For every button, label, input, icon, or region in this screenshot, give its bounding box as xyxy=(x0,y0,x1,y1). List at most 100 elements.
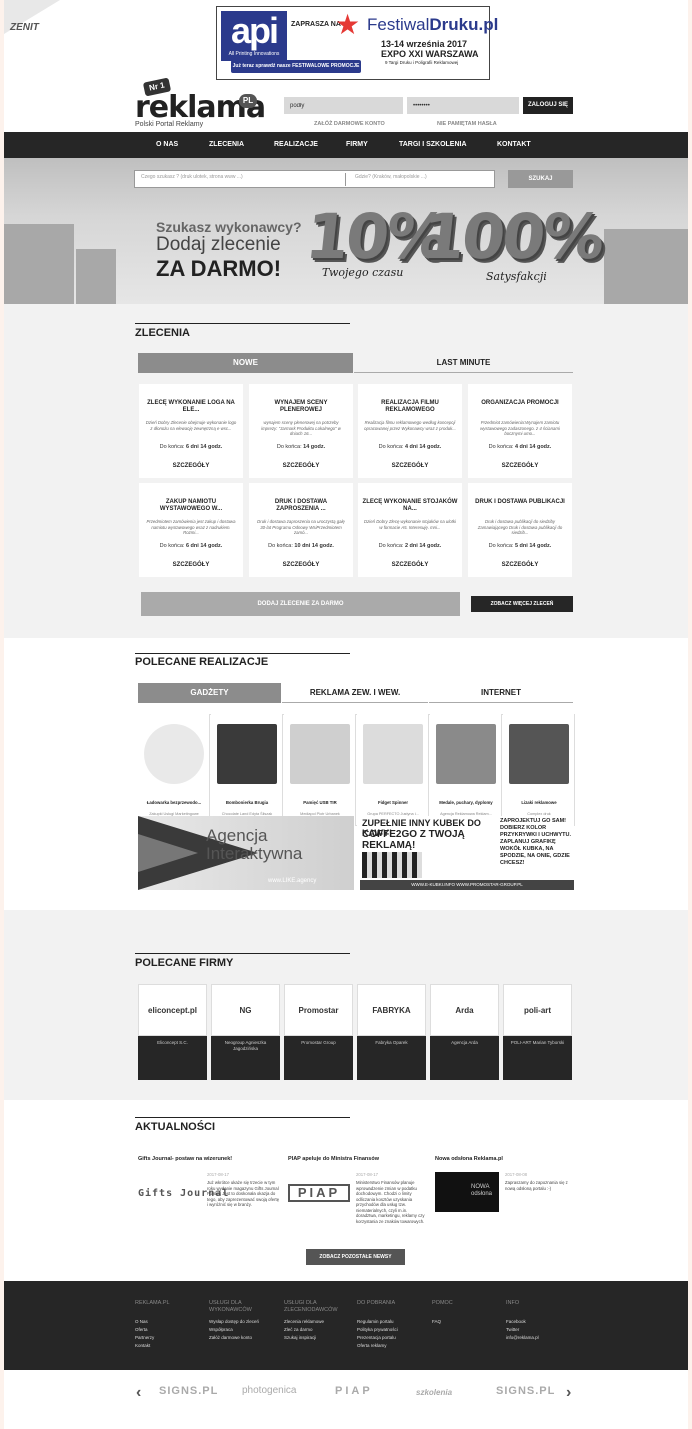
nav-item-o-nas[interactable]: O NAS xyxy=(156,132,178,158)
order-details-link[interactable]: SZCZEGÓŁY xyxy=(470,562,570,568)
footer-link[interactable]: Zleć za darmo xyxy=(284,1327,313,1332)
company-name[interactable]: Neogroup Agnieszka Jagodzińska xyxy=(213,1040,278,1051)
partner-photogenica[interactable]: photogenica xyxy=(242,1385,297,1396)
company-name[interactable]: POLI-ART Marian Tyborski xyxy=(505,1040,570,1046)
promo-button[interactable]: Już teraz sprawdź nasze FESTIWALOWE PROM… xyxy=(231,60,361,73)
realization-title[interactable]: Pamięć USB TIR xyxy=(286,800,354,805)
realization-title[interactable]: Bombonierka Brugia xyxy=(213,800,281,805)
footer-link[interactable]: Prezentacja portalu xyxy=(357,1335,396,1340)
realization-title[interactable]: Lizaki reklamowe xyxy=(505,800,573,805)
order-details-link[interactable]: SZCZEGÓŁY xyxy=(360,463,460,469)
search-where-input[interactable]: Gdzie? (Kraków, małopolskie ...) xyxy=(355,174,427,180)
tab-last-minute[interactable]: LAST MINUTE xyxy=(354,353,573,373)
order-details-link[interactable]: SZCZEGÓŁY xyxy=(251,562,351,568)
order-details-link[interactable]: SZCZEGÓŁY xyxy=(360,562,460,568)
company-name[interactable]: Promostar Group xyxy=(286,1040,351,1046)
footer-link[interactable]: O Nas xyxy=(135,1319,148,1324)
chevron-left-icon[interactable]: ‹ xyxy=(136,1384,141,1402)
realization-item[interactable]: Bombonierka Brugia Chocolate Land Edyta Ś… xyxy=(211,714,283,826)
order-card[interactable]: ORGANIZACJA PROMOCJI Przedmiot zamówienia… xyxy=(468,384,572,478)
order-card[interactable]: WYNAJEM SCENY PLENEROWEJ wynajem sceny pl… xyxy=(249,384,353,478)
partner-signs[interactable]: SIGNS.PL xyxy=(159,1385,218,1397)
realization-item[interactable]: Medale, puchary, dyplomy Agencja Reklamow… xyxy=(430,714,502,826)
order-title[interactable]: ZLECĘ WYKONANIE STOJAKÓW NA... xyxy=(362,499,458,513)
footer-link[interactable]: Oferta reklamy xyxy=(357,1343,387,1348)
order-card[interactable]: ZLECĘ WYKONANIE STOJAKÓW NA... Dzień Dobr… xyxy=(358,483,462,577)
company-card[interactable]: eliconcept.pl Eliconcept S.C. xyxy=(138,984,207,1080)
kubki-ad[interactable]: ZUPEŁNIE INNY KUBEK DO KAWY! COFFE2GO Z … xyxy=(360,816,574,890)
add-order-button[interactable]: DODAJ ZLECENIE ZA DARMO xyxy=(141,592,460,616)
nav-item-targi[interactable]: TARGI I SZKOLENIA xyxy=(399,132,467,158)
company-card[interactable]: NG Neogroup Agnieszka Jagodzińska xyxy=(211,984,280,1080)
order-details-link[interactable]: SZCZEGÓŁY xyxy=(141,463,241,469)
order-card[interactable]: REALIZACJA FILMU REKLAMOWEGO Realizacja f… xyxy=(358,384,462,478)
nav-item-zlecenia[interactable]: ZLECENIA xyxy=(209,132,244,158)
nav-item-kontakt[interactable]: KONTAKT xyxy=(497,132,531,158)
order-card[interactable]: DRUK I DOSTAWA PUBLIKACJI Druk i dostawa … xyxy=(468,483,572,577)
partner-signs-2[interactable]: SIGNS.PL xyxy=(496,1385,555,1397)
nav-item-firmy[interactable]: FIRMY xyxy=(346,132,368,158)
footer-link[interactable]: Zlecenia reklamowe xyxy=(284,1319,324,1324)
footer-link[interactable]: Partnerzy xyxy=(135,1335,154,1340)
realization-title[interactable]: Medale, puchary, dyplomy xyxy=(432,800,500,805)
more-news-button[interactable]: ZOBACZ POZOSTAŁE NEWSY xyxy=(306,1249,405,1265)
footer-link[interactable]: FAQ xyxy=(432,1319,441,1324)
realization-item[interactable]: Lizaki reklamowe Complex druk xyxy=(503,714,575,826)
order-title[interactable]: ZLECĘ WYKONANIE LOGA NA ELE... xyxy=(143,400,239,414)
chevron-right-icon[interactable]: › xyxy=(566,1384,571,1402)
realization-title[interactable]: Fidget Spinner xyxy=(359,800,427,805)
order-title[interactable]: ZAKUP NAMIOTU WYSTAWOWEGO W... xyxy=(143,499,239,513)
order-title[interactable]: DRUK I DOSTAWA PUBLIKACJI xyxy=(472,499,568,506)
news-item-title[interactable]: PIAP apeluje do Ministra Finansów xyxy=(288,1156,379,1162)
company-name[interactable]: Fabryka Oparek xyxy=(359,1040,424,1046)
footer-link[interactable]: Oferta xyxy=(135,1327,148,1332)
company-card[interactable]: Promostar Promostar Group xyxy=(284,984,353,1080)
realization-item[interactable]: Pamięć USB TIR Mediapol Piotr Urbanek xyxy=(284,714,356,826)
footer-link[interactable]: Regulamin portalu xyxy=(357,1319,394,1324)
order-details-link[interactable]: SZCZEGÓŁY xyxy=(251,463,351,469)
order-title[interactable]: ORGANIZACJA PROMOCJI xyxy=(472,400,568,407)
like-agency-ad[interactable]: Agencja Interaktywna www.LIKE.agency xyxy=(138,816,354,890)
footer-link[interactable]: Współpraca xyxy=(209,1327,233,1332)
tab-gadgets[interactable]: GADŻETY xyxy=(138,683,281,703)
realization-item[interactable]: Ładowarka bezprzewodo... Zakupki Usługi M… xyxy=(138,714,210,826)
corner-ribbon[interactable]: ZENIT xyxy=(4,0,64,40)
footer-link[interactable]: Facebook xyxy=(506,1319,526,1324)
create-account-link[interactable]: ZAŁÓŻ DARMOWE KONTO xyxy=(314,121,385,127)
festival-banner[interactable]: api All Printing Innovations ZAPRASZA NA… xyxy=(216,6,498,80)
company-name[interactable]: Eliconcept S.C. xyxy=(140,1040,205,1046)
company-name[interactable]: Agencja Arda xyxy=(432,1040,497,1046)
realization-title[interactable]: Ładowarka bezprzewodo... xyxy=(140,800,208,805)
footer-link[interactable]: info@reklama.pl xyxy=(506,1335,539,1340)
footer-link[interactable]: Szukaj inspiracji xyxy=(284,1335,316,1340)
footer-link[interactable]: Załóż darmowe konto xyxy=(209,1335,252,1340)
company-card[interactable]: Arda Agencja Arda xyxy=(430,984,499,1080)
tab-outdoor[interactable]: REKLAMA ZEW. I WEW. xyxy=(282,683,428,703)
order-card[interactable]: ZLECĘ WYKONANIE LOGA NA ELE... Dzień Dobr… xyxy=(139,384,243,478)
search-what-input[interactable]: Czego szukasz ? (druk ulotek, strona www… xyxy=(141,174,243,180)
company-card[interactable]: FABRYKA OPAREK Fabryka Oparek xyxy=(357,984,426,1080)
order-title[interactable]: WYNAJEM SCENY PLENEROWEJ xyxy=(253,400,349,414)
nav-item-realizacje[interactable]: REALIZACJE xyxy=(274,132,318,158)
search-button[interactable]: SZUKAJ xyxy=(508,170,573,188)
order-details-link[interactable]: SZCZEGÓŁY xyxy=(141,562,241,568)
more-orders-button[interactable]: ZOBACZ WIĘCEJ ZLECEŃ xyxy=(471,596,573,612)
news-item-title[interactable]: Gifts Journal- postaw na wizerunek! xyxy=(138,1156,232,1162)
login-field[interactable] xyxy=(284,97,403,114)
order-title[interactable]: DRUK I DOSTAWA ZAPROSZENIA ... xyxy=(253,499,349,513)
order-title[interactable]: REALIZACJA FILMU REKLAMOWEGO xyxy=(362,400,458,414)
tab-internet[interactable]: INTERNET xyxy=(429,683,573,703)
login-button[interactable]: ZALOGUJ SIĘ xyxy=(523,97,573,114)
order-card[interactable]: DRUK I DOSTAWA ZAPROSZENIA ... Druk i dos… xyxy=(249,483,353,577)
password-field[interactable] xyxy=(407,97,519,114)
footer-link[interactable]: Twitter xyxy=(506,1327,519,1332)
order-details-link[interactable]: SZCZEGÓŁY xyxy=(470,463,570,469)
tab-new[interactable]: NOWE xyxy=(138,353,353,373)
news-item-title[interactable]: Nowa odsłona Reklama.pl xyxy=(435,1156,503,1162)
realization-item[interactable]: Fidget Spinner Grupa PERFECTO Justyna i..… xyxy=(357,714,429,826)
footer-link[interactable]: Polityka prywatności xyxy=(357,1327,398,1332)
order-card[interactable]: ZAKUP NAMIOTU WYSTAWOWEGO W... Przedmiote… xyxy=(139,483,243,577)
partner-szkolenia[interactable]: szkolenia xyxy=(416,1388,452,1397)
partner-piap[interactable]: PIAP xyxy=(335,1385,373,1397)
footer-link[interactable]: Kontakt xyxy=(135,1343,150,1348)
